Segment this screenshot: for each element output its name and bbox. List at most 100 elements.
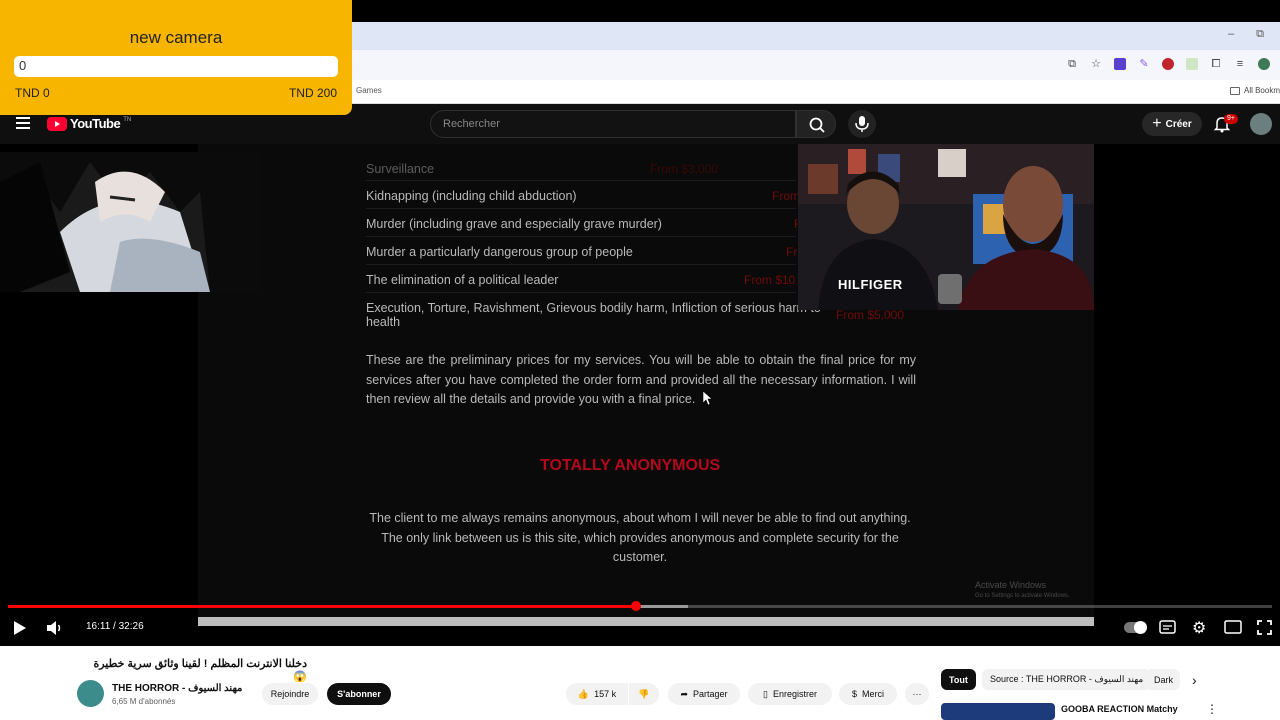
pen-extension-icon[interactable]: ✎	[1138, 58, 1150, 70]
subscribe-label: S'abonner	[337, 689, 381, 699]
all-bookmarks[interactable]: All Bookm	[1229, 86, 1280, 95]
like-button[interactable]: 👍 157 k	[566, 683, 628, 705]
watermark-title: Activate Windows	[975, 580, 1047, 590]
fullscreen-icon[interactable]	[1257, 620, 1272, 635]
share-label: Partager	[693, 689, 728, 699]
create-label: Créer	[1165, 118, 1192, 130]
donation-progress-bar: 0	[14, 56, 338, 77]
restore-button[interactable]: ⧉	[1256, 28, 1264, 41]
table-divider	[366, 264, 796, 265]
share-button[interactable]: ➦ Partager	[668, 683, 740, 705]
anonymous-heading: TOTALLY ANONYMOUS	[540, 457, 721, 474]
create-button[interactable]: + Créer	[1142, 112, 1202, 136]
chip-label: Dark	[1154, 674, 1174, 685]
service-price: Fr	[786, 245, 798, 259]
service-price: From	[772, 189, 800, 203]
chip-source[interactable]: Source : THE HORROR - مهند السيوف	[982, 669, 1152, 690]
donation-max-label: TND 200	[288, 86, 337, 100]
subtitles-icon[interactable]	[1159, 620, 1176, 634]
anime-character-image	[0, 152, 262, 292]
save-label: Enregistrer	[772, 689, 817, 699]
chevron-right-icon[interactable]: ›	[1192, 672, 1197, 688]
settings-gear-icon[interactable]: ⚙	[1192, 618, 1206, 638]
search-button[interactable]	[796, 110, 836, 138]
youtube-logo[interactable]: YouTube TN	[47, 116, 131, 131]
anime-character-overlay	[0, 152, 262, 292]
chip-all[interactable]: Tout	[941, 669, 976, 690]
channel-name[interactable]: THE HORROR - مهند السيوف	[112, 683, 242, 694]
service-name: The elimination of a political leader	[366, 273, 559, 287]
join-label: Rejoindre	[270, 689, 310, 699]
autoplay-toggle[interactable]	[1124, 621, 1147, 634]
donation-goal-title: new camera	[129, 28, 223, 47]
time-display: 16:11 / 32:26	[86, 621, 144, 632]
thumbs-down-icon: 👎	[638, 688, 650, 699]
table-row: Execution, Torture, Ravishment, Grievous…	[366, 301, 821, 329]
volume-icon[interactable]	[46, 620, 64, 636]
extension-icon[interactable]	[1114, 58, 1126, 70]
bookmark-games[interactable]: Games	[356, 86, 382, 95]
thanks-icon: $	[851, 689, 857, 699]
service-price: From $5,000	[836, 308, 905, 322]
sheet-extension-icon[interactable]	[1186, 58, 1198, 70]
account-avatar[interactable]	[1250, 113, 1272, 135]
thumbs-up-icon: 👍	[577, 688, 590, 699]
facecam-overlay: HILFIGER	[798, 144, 1094, 310]
donation-goal-widget: new camera 0 TND 0 TND 200	[0, 0, 352, 115]
search-icon	[809, 117, 825, 133]
youtube-play-logo-icon	[47, 116, 67, 131]
search-input[interactable]: Rechercher	[430, 110, 796, 138]
channel-avatar[interactable]	[77, 680, 104, 707]
like-count: 157 k	[594, 689, 617, 699]
minimize-button[interactable]: –	[1228, 28, 1234, 41]
activate-windows-watermark: Activate Windows Go to Settings to activ…	[975, 580, 1070, 602]
star-icon[interactable]: ☆	[1090, 58, 1102, 70]
youtube-country-code: TN	[123, 116, 132, 123]
table-divider	[366, 208, 796, 209]
recommended-video-title[interactable]: GOOBA REACTION Matchy	[1061, 704, 1178, 714]
progress-played	[8, 605, 637, 608]
youtube-logo-text: YouTube	[70, 116, 121, 131]
save-button[interactable]: ▯ Enregistrer	[748, 683, 832, 705]
plus-icon: +	[1152, 115, 1162, 132]
more-icon: ···	[912, 689, 922, 699]
table-row: Murder (including grave and especially g…	[366, 217, 796, 231]
autoplay-knob-icon	[1134, 621, 1147, 634]
subscribe-button[interactable]: S'abonner	[327, 683, 391, 705]
adblock-extension-icon[interactable]	[1162, 58, 1174, 70]
service-price: From $3,000	[650, 162, 719, 176]
install-icon[interactable]: ⧉	[1066, 58, 1078, 70]
kebab-menu-icon[interactable]: ⋮	[1206, 702, 1218, 716]
more-actions-button[interactable]: ···	[905, 683, 929, 705]
hamburger-menu-icon[interactable]	[16, 117, 30, 129]
notification-badge: 9+	[1224, 114, 1238, 124]
theater-mode-icon[interactable]	[1224, 620, 1242, 634]
service-price: From $10	[744, 273, 796, 287]
all-bookmarks-label: All Bookm	[1243, 86, 1280, 95]
table-divider	[366, 292, 796, 293]
media-icon[interactable]: ≡	[1234, 58, 1246, 70]
channel-subscriber-count: 6,65 M d'abonnés	[112, 697, 176, 706]
share-icon: ➦	[680, 688, 688, 699]
prices-paragraph: These are the preliminary prices for my …	[366, 353, 916, 406]
puzzle-icon[interactable]: ⧠	[1210, 58, 1222, 70]
table-row: Murder a particularly dangerous group of…	[366, 245, 796, 259]
cursor-icon	[703, 391, 713, 405]
table-row: The elimination of a political leader	[366, 273, 796, 287]
voice-search-button[interactable]	[848, 110, 876, 138]
chip-dark[interactable]: Dark	[1146, 669, 1180, 690]
thanks-button[interactable]: $ Merci	[839, 683, 897, 705]
recommended-video-thumbnail[interactable]	[941, 703, 1055, 720]
table-divider	[366, 180, 796, 181]
service-name: Murder (including grave and especially g…	[366, 217, 662, 231]
profile-icon[interactable]	[1258, 58, 1270, 70]
dislike-button[interactable]: 👎	[629, 683, 659, 705]
join-button[interactable]: Rejoindre	[262, 683, 318, 705]
table-row: Surveillance	[366, 162, 796, 176]
bookmark-icon: ▯	[763, 688, 768, 699]
anonymous-paragraph: The client to me always remains anonymou…	[369, 511, 911, 564]
microphone-icon	[855, 116, 869, 132]
chip-label: Source : THE HORROR - مهند السيوف	[990, 674, 1144, 684]
table-divider	[366, 236, 796, 237]
play-icon[interactable]	[13, 620, 27, 636]
